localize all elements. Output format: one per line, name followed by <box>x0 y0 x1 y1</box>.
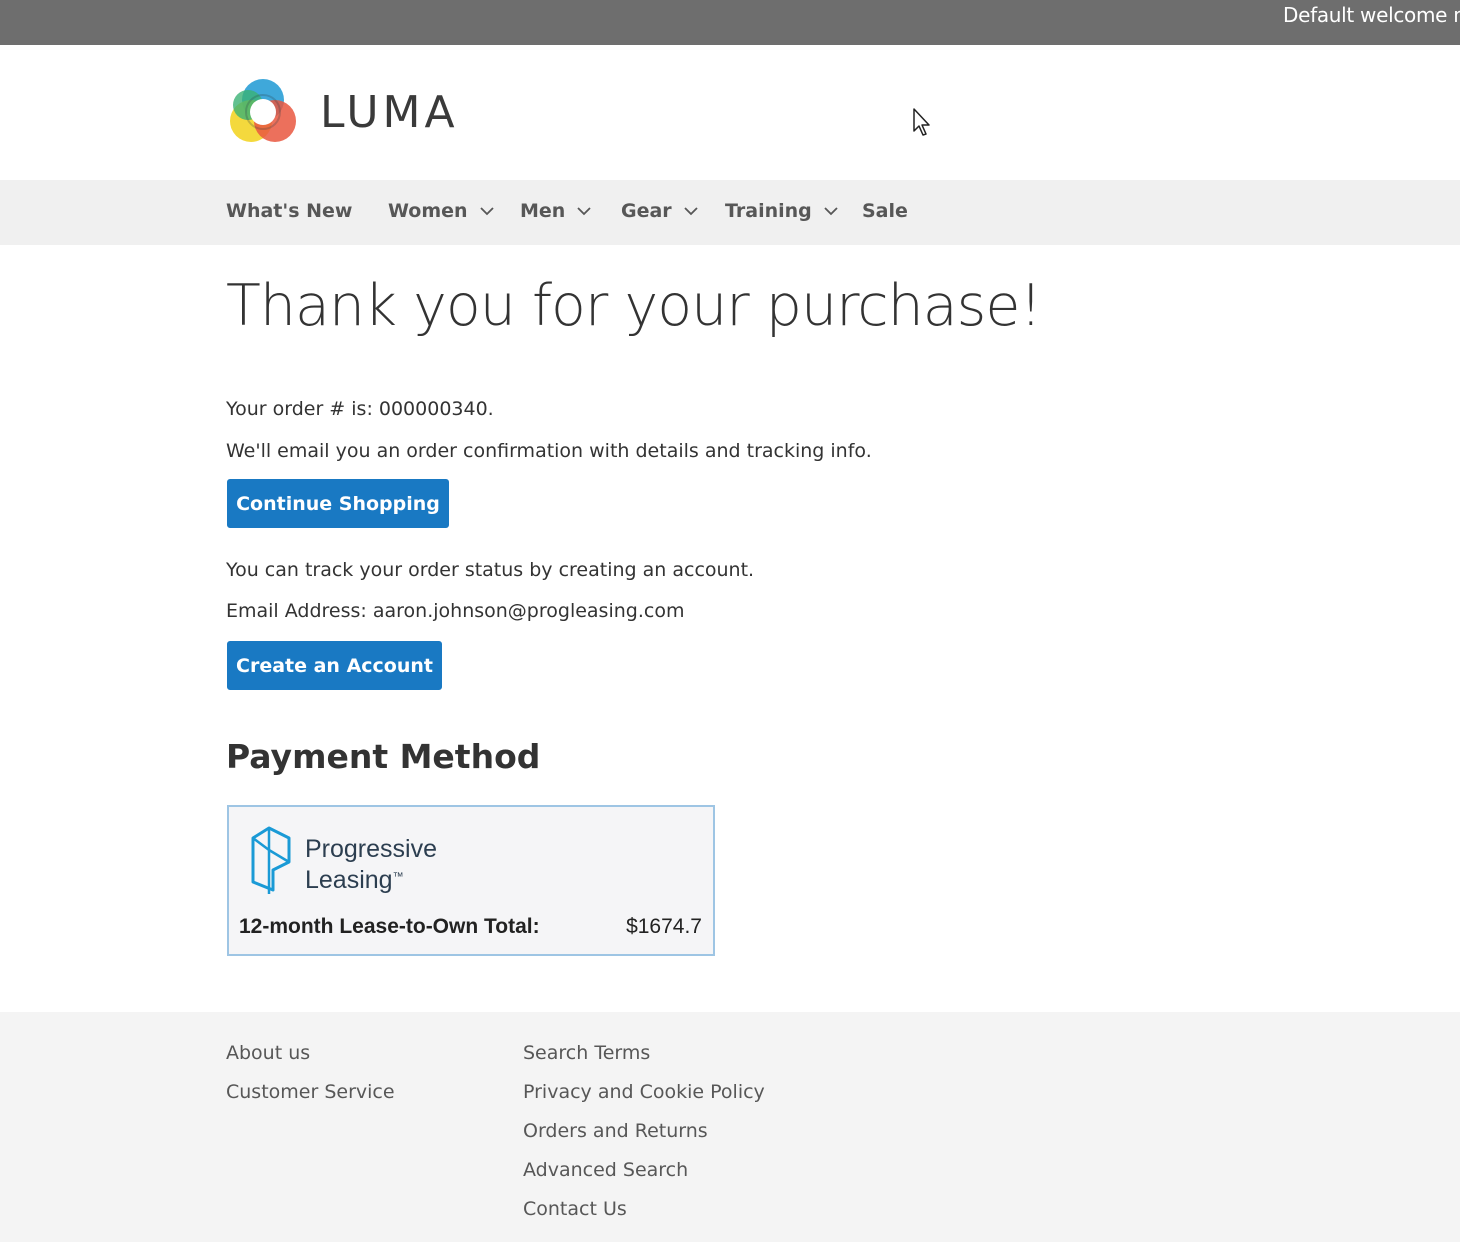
email-confirmation-notice: We'll email you an order confirmation wi… <box>226 440 872 462</box>
site-footer: About us Customer Service Search Terms P… <box>0 1012 1460 1242</box>
progressive-leasing-logo-icon <box>251 826 291 894</box>
brand-name: LUMA <box>320 87 459 138</box>
nav-item-men[interactable]: Men <box>520 200 591 222</box>
footer-link-advanced-search[interactable]: Advanced Search <box>523 1159 688 1181</box>
nav-item-label: Men <box>520 200 566 222</box>
provider-name-line1: Progressive <box>305 835 437 863</box>
footer-link-customer-service[interactable]: Customer Service <box>226 1081 395 1103</box>
footer-link-contact-us[interactable]: Contact Us <box>523 1198 627 1220</box>
nav-item-gear[interactable]: Gear <box>621 200 698 222</box>
nav-item-women[interactable]: Women <box>388 200 494 222</box>
payment-method-box: Progressive Leasing™ 12-month Lease-to-O… <box>227 805 715 956</box>
nav-item-label: What's New <box>226 200 353 222</box>
trademark-symbol: ™ <box>392 871 404 883</box>
nav-item-label: Gear <box>621 200 672 222</box>
main-navigation: What's New Women Men Gear Training Sale <box>0 180 1460 245</box>
lease-total-value: $1674.7 <box>626 915 702 938</box>
page-title: Thank you for your purchase! <box>226 273 1042 339</box>
footer-link-orders-returns[interactable]: Orders and Returns <box>523 1120 708 1142</box>
chevron-down-icon <box>479 207 494 216</box>
provider-name-line2: Leasing <box>305 866 393 894</box>
mouse-pointer-icon <box>913 108 930 136</box>
luma-logo-link[interactable]: LUMA <box>226 75 466 149</box>
site-header: LUMA <box>0 45 1460 180</box>
progressive-leasing-wordmark: Progressive Leasing™ <box>305 835 505 894</box>
continue-shopping-button[interactable]: Continue Shopping <box>227 479 449 528</box>
chevron-down-icon <box>684 207 698 216</box>
nav-item-whats-new[interactable]: What's New <box>226 200 352 222</box>
track-order-notice: You can track your order status by creat… <box>226 559 755 581</box>
lease-total-label: 12-month Lease-to-Own Total: <box>239 915 540 938</box>
footer-link-privacy-policy[interactable]: Privacy and Cookie Policy <box>523 1081 765 1103</box>
footer-link-about-us[interactable]: About us <box>226 1042 310 1064</box>
chevron-down-icon <box>824 207 838 216</box>
create-account-button[interactable]: Create an Account <box>227 641 442 690</box>
nav-item-label: Training <box>725 200 812 222</box>
nav-item-label: Sale <box>862 200 908 222</box>
top-bar: Default welcome ms <box>0 0 1460 45</box>
nav-item-sale[interactable]: Sale <box>862 200 908 222</box>
email-address-text: Email Address: aaron.johnson@progleasing… <box>226 600 685 622</box>
order-number-text: Your order # is: 000000340. <box>226 398 494 420</box>
luma-logo-icon <box>230 79 296 142</box>
footer-link-search-terms[interactable]: Search Terms <box>523 1042 650 1064</box>
chevron-down-icon <box>577 207 591 216</box>
welcome-message: Default welcome ms <box>1283 3 1460 27</box>
nav-item-training[interactable]: Training <box>725 200 838 222</box>
nav-item-label: Women <box>388 200 468 222</box>
payment-method-heading: Payment Method <box>226 737 541 776</box>
